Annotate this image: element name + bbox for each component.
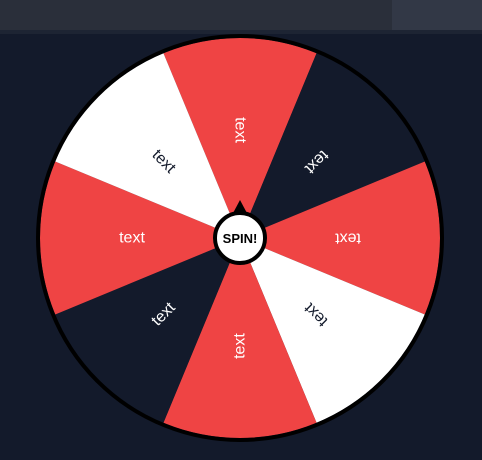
top-bar-control-area [392, 0, 482, 30]
wheel-stage: text text text text text text text text SPIN! [0, 34, 482, 460]
spin-button-label: SPIN! [223, 231, 258, 246]
wheel-segment-label: text [119, 230, 145, 247]
wheel-segment-label: text [232, 117, 249, 143]
spin-wheel[interactable]: texttexttexttexttexttexttexttext SPIN! [0, 34, 482, 460]
wheel-segment-label: text [232, 333, 249, 359]
wheel-segment-label: text [335, 230, 361, 247]
browser-top-bar [0, 0, 482, 30]
